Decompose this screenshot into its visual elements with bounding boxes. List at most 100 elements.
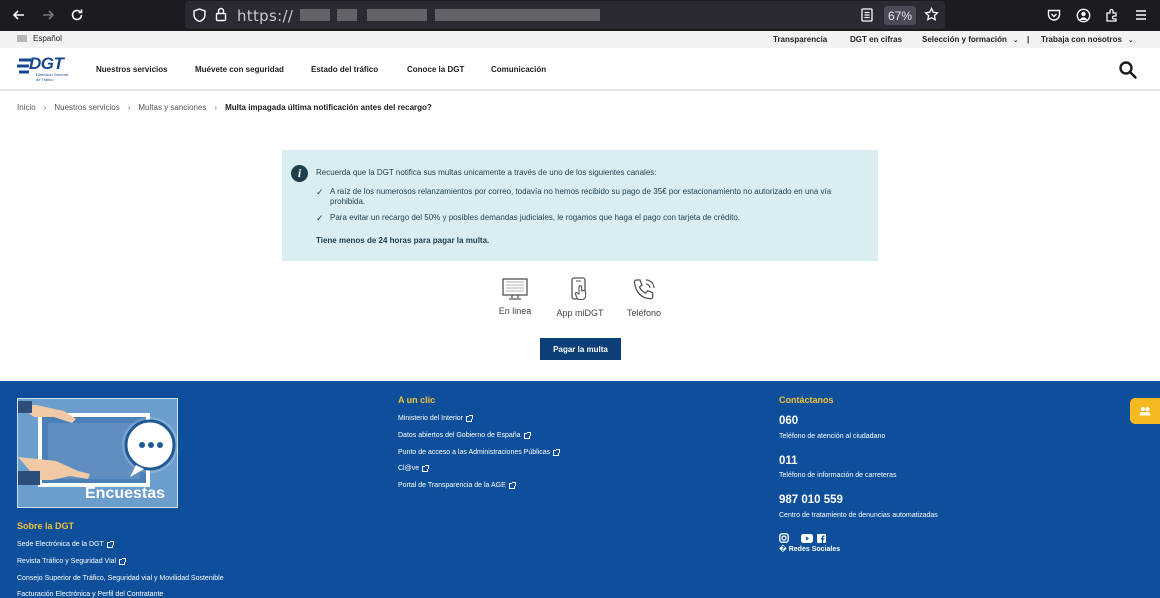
chat-widget-tab[interactable] <box>1130 398 1160 424</box>
seleccion-formacion-label: Selección y formación <box>922 35 1007 44</box>
browser-toolbar: https:// 67% <box>0 0 1160 31</box>
external-link-icon <box>553 448 561 456</box>
breadcrumb-inicio[interactable]: Inicio <box>17 103 36 112</box>
breadcrumb-separator: › <box>214 103 218 112</box>
utility-bar: Español Transparencia DGT en cifras Sele… <box>0 31 1160 48</box>
footer-link-label: Ministerio del Interior <box>398 415 463 422</box>
notice-box: i Recuerda que la DGT notifica sus multa… <box>282 150 878 261</box>
facebook-icon[interactable] <box>817 533 826 543</box>
external-link-icon <box>523 431 531 439</box>
lock-icon[interactable] <box>215 7 227 22</box>
contact-desc: Teléfono de atención al ciudadano <box>779 433 886 440</box>
redacted-url <box>337 9 357 21</box>
notice-item-text: A raíz de los numerosos relanzamientos p… <box>330 187 832 206</box>
nav-conoce-la-dgt[interactable]: Conoce la DGT <box>407 65 464 74</box>
contact-number[interactable]: 987 010 559 <box>779 494 843 506</box>
redacted-url <box>367 9 427 21</box>
external-link-icon <box>422 464 430 472</box>
contact-number[interactable]: 011 <box>779 455 798 467</box>
external-link-icon <box>106 540 114 548</box>
breadcrumb-multas[interactable]: Multas y sanciones <box>138 103 206 112</box>
chevron-down-icon: ⌄ <box>1127 37 1134 44</box>
footer: Encuestas Sobre la DGT Sede Electrónica … <box>0 381 1160 598</box>
footer-link-clave[interactable]: Cl@ve <box>398 464 430 472</box>
mobile-touch-icon <box>571 277 587 301</box>
address-bar[interactable]: https:// 67% <box>185 1 945 29</box>
bookmark-star-icon[interactable] <box>924 7 939 22</box>
separator: | <box>1027 35 1030 44</box>
transparencia-link[interactable]: Transparencia <box>773 35 827 44</box>
redacted-url <box>435 9 600 21</box>
flag-icon <box>17 35 27 42</box>
checkmark-icon: ✓ <box>316 213 324 223</box>
users-icon <box>1139 407 1151 416</box>
monitor-icon <box>502 278 528 300</box>
logo-subtitle: Dirección General de Tráfico <box>36 72 69 82</box>
footer-link-revista[interactable]: Revista Tráfico y Seguridad Vial <box>17 557 127 565</box>
nav-muevete-con-seguridad[interactable]: Muévete con seguridad <box>195 65 284 74</box>
trabaja-link[interactable]: Trabaja con nosotros ⌄ <box>1041 35 1134 44</box>
phone-icon <box>633 279 655 300</box>
dgt-logo[interactable]: DGT Dirección General de Tráfico <box>16 54 72 82</box>
breadcrumb-separator: › <box>43 103 47 112</box>
footer-link-label: Sede Electrónica de la DGT <box>17 541 104 548</box>
contact-desc: Teléfono de información de carreteras <box>779 472 897 479</box>
footer-link-label: Consejo Superior de Tráfico, Seguridad v… <box>17 575 224 582</box>
forward-arrow-icon[interactable] <box>39 6 57 24</box>
breadcrumb-current: Multa impagada última notificación antes… <box>225 103 432 112</box>
contact-number[interactable]: 060 <box>779 415 798 427</box>
encuestas-banner[interactable]: Encuestas <box>17 398 178 508</box>
footer-link-consejo[interactable]: Consejo Superior de Tráfico, Seguridad v… <box>17 575 224 582</box>
footer-link-sede[interactable]: Sede Electrónica de la DGT <box>17 540 114 548</box>
notice-item: ✓ A raíz de los numerosos relanzamientos… <box>316 187 856 207</box>
channel-telefono[interactable]: Teléfono <box>604 277 684 318</box>
seleccion-formacion-link[interactable]: Selección y formación ⌄ <box>922 35 1019 44</box>
language-selector[interactable]: Español <box>17 34 62 43</box>
footer-link-facturacion[interactable]: Facturación Electrónica y Perfil del Con… <box>17 591 163 598</box>
search-icon[interactable] <box>1118 60 1138 80</box>
youtube-icon[interactable] <box>801 533 813 543</box>
pocket-icon[interactable] <box>1045 6 1063 24</box>
notice-item-text: Para evitar un recargo del 50% y posible… <box>330 213 741 222</box>
contact-desc: Centro de tratamiento de denuncias autom… <box>779 512 938 519</box>
footer-link-label: Revista Tráfico y Seguridad Vial <box>17 558 117 565</box>
nav-nuestros-servicios[interactable]: Nuestros servicios <box>96 65 168 74</box>
breadcrumb-nuestros-servicios[interactable]: Nuestros servicios <box>54 103 119 112</box>
a-un-clic-heading: A un clic <box>398 395 436 405</box>
external-link-icon <box>508 481 516 489</box>
extensions-icon[interactable] <box>1103 6 1121 24</box>
instagram-icon[interactable] <box>779 533 789 543</box>
sobre-la-dgt-heading: Sobre la DGT <box>17 521 75 531</box>
main-header: DGT Dirección General de Tráfico Nuestro… <box>0 48 1160 91</box>
zoom-level[interactable]: 67% <box>884 6 916 25</box>
nav-estado-del-trafico[interactable]: Estado del tráfico <box>311 65 378 74</box>
contactanos-heading: Contáctanos <box>779 395 834 405</box>
pagar-multa-button[interactable]: Pagar la multa <box>540 338 621 360</box>
reload-icon[interactable] <box>68 6 86 24</box>
footer-link-portal-transparencia[interactable]: Portal de Transparencia de la AGE <box>398 481 516 489</box>
notice-intro: Recuerda que la DGT notifica sus multas … <box>316 168 657 177</box>
menu-icon[interactable] <box>1132 6 1150 24</box>
footer-link-ministerio[interactable]: Ministerio del Interior <box>398 414 473 422</box>
language-label: Español <box>33 34 62 43</box>
footer-link-label: Portal de Transparencia de la AGE <box>398 482 506 489</box>
url-text: https:// <box>237 7 294 25</box>
redacted-url <box>300 9 330 21</box>
encuestas-label: Encuestas <box>85 485 166 502</box>
notice-warning: Tiene menos de 24 horas para pagar la mu… <box>316 236 490 245</box>
footer-link-punto-acceso[interactable]: Punto de acceso a las Administraciones P… <box>398 448 561 456</box>
redes-sociales-label[interactable]: � Redes Sociales <box>779 545 840 553</box>
channel-label: Teléfono <box>626 308 662 318</box>
shield-icon[interactable] <box>193 8 206 22</box>
footer-link-label: Cl@ve <box>398 465 420 472</box>
dgt-en-cifras-link[interactable]: DGT en cifras <box>850 35 902 44</box>
trabaja-label: Trabaja con nosotros <box>1041 35 1122 44</box>
chevron-down-icon: ⌄ <box>1012 37 1019 44</box>
external-link-icon <box>119 557 127 565</box>
back-arrow-icon[interactable] <box>10 6 28 24</box>
breadcrumb-separator: › <box>127 103 131 112</box>
account-icon[interactable] <box>1074 6 1092 24</box>
nav-comunicacion[interactable]: Comunicación <box>491 65 546 74</box>
reader-view-icon[interactable] <box>861 8 873 22</box>
footer-link-datos-abiertos[interactable]: Datos abiertos del Gobierno de España <box>398 431 531 439</box>
